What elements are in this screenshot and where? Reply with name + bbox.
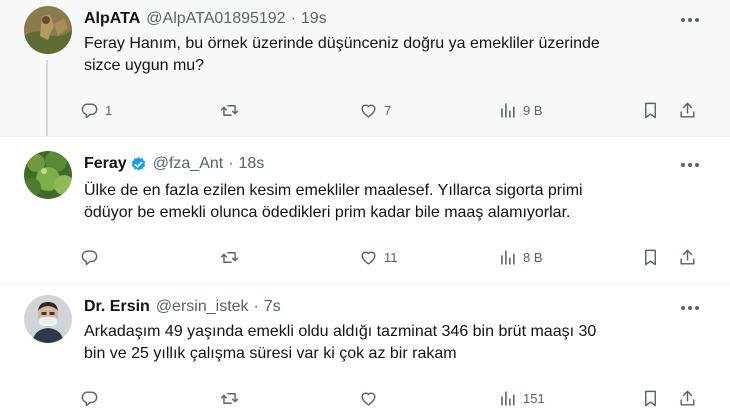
bookmark-icon xyxy=(645,102,656,118)
author-name[interactable]: Dr. Ersin xyxy=(84,298,150,316)
tweet[interactable]: Feray @fza_Ant · 18s Ülke de en fazla ez… xyxy=(0,137,730,283)
reply-icon xyxy=(81,390,98,406)
tweet[interactable]: AlpATA @AlpATA01895192 · 19s Feray Hanım… xyxy=(0,0,730,136)
share-icon xyxy=(680,249,695,265)
share-icon xyxy=(680,102,695,118)
tweet-text-line: Arkadaşım 49 yaşında emekli oldu aldığı … xyxy=(84,323,597,340)
like-button[interactable]: 11 xyxy=(359,245,398,269)
reply-button[interactable]: 1 xyxy=(80,98,112,122)
views-button[interactable]: 151 xyxy=(498,386,545,410)
tweet-time[interactable]: 18s xyxy=(239,155,265,173)
author-handle[interactable]: @ersin_istek xyxy=(156,298,249,316)
tweet-header: AlpATA @AlpATA01895192 · 19s xyxy=(84,8,327,30)
bookmark-icon xyxy=(645,249,656,265)
verified-badge-icon xyxy=(131,156,145,171)
tweet-text: Arkadaşım 49 yaşında emekli oldu aldığı … xyxy=(84,321,694,365)
avatar[interactable] xyxy=(24,295,72,343)
retweet-button[interactable] xyxy=(220,98,245,122)
views-count: 9 B xyxy=(523,102,543,118)
like-button[interactable]: 7 xyxy=(359,98,391,122)
views-count: 151 xyxy=(523,390,545,406)
retweet-icon xyxy=(220,392,239,404)
more-button[interactable] xyxy=(678,10,702,30)
more-button[interactable] xyxy=(678,155,702,175)
like-button[interactable] xyxy=(359,386,384,410)
views-button[interactable]: 8 B xyxy=(498,245,543,269)
tweet-text-line: bin ve 25 yıllık çalışma süresi var ki ç… xyxy=(84,345,457,362)
reply-count: 1 xyxy=(105,102,113,118)
reply-button[interactable] xyxy=(80,245,105,269)
tweet-text: Feray Hanım, bu örnek üzerinde düşünceni… xyxy=(84,33,694,77)
thread-line xyxy=(46,60,48,136)
tweet-time[interactable]: 19s xyxy=(301,10,327,28)
tweet-actions: 11 8 B xyxy=(80,245,700,269)
like-icon xyxy=(361,251,376,265)
views-icon xyxy=(501,249,515,265)
tweet-actions: 1 7 9 B xyxy=(80,98,700,122)
more-icon xyxy=(681,18,699,22)
more-icon xyxy=(681,306,699,310)
author-handle[interactable]: @AlpATA01895192 xyxy=(146,10,285,28)
views-count: 8 B xyxy=(523,249,543,265)
bookmark-button[interactable] xyxy=(641,386,660,410)
like-icon xyxy=(361,104,376,118)
avatar[interactable] xyxy=(24,6,72,54)
reply-button[interactable] xyxy=(80,386,105,410)
share-button[interactable] xyxy=(678,386,697,410)
reply-icon xyxy=(81,249,98,265)
author-handle[interactable]: @fza_Ant xyxy=(153,155,224,173)
tweet-header: Feray @fza_Ant · 18s xyxy=(84,153,264,175)
author-name[interactable]: AlpATA xyxy=(84,10,140,28)
views-icon xyxy=(501,390,515,406)
tweet-text-line: ödüyor be emekli olunca ödedikleri prim … xyxy=(84,204,571,221)
views-button[interactable]: 9 B xyxy=(498,98,543,122)
separator-dot: · xyxy=(290,10,296,27)
author-name[interactable]: Feray xyxy=(84,155,127,173)
bookmark-button[interactable] xyxy=(641,245,660,269)
tweet-time[interactable]: 7s xyxy=(264,298,281,316)
avatar[interactable] xyxy=(24,151,72,199)
like-count: 11 xyxy=(384,249,398,265)
more-icon xyxy=(681,163,699,167)
separator-dot: · xyxy=(253,298,259,315)
tweet-text-line: Feray Hanım, bu örnek üzerinde düşünceni… xyxy=(84,35,600,52)
share-button[interactable] xyxy=(678,98,697,122)
more-button[interactable] xyxy=(678,298,702,318)
retweet-button[interactable] xyxy=(220,245,245,269)
reply-icon xyxy=(81,102,98,118)
tweet-header: Dr. Ersin @ersin_istek · 7s xyxy=(84,296,281,318)
share-button[interactable] xyxy=(678,245,697,269)
share-icon xyxy=(680,390,695,406)
bookmark-icon xyxy=(645,390,656,406)
retweet-button[interactable] xyxy=(220,386,245,410)
tweet-actions: 151 xyxy=(80,386,700,410)
tweet-text-line: sizce uygun mu? xyxy=(84,57,205,74)
like-count: 7 xyxy=(384,102,392,118)
separator-dot: · xyxy=(228,155,234,172)
tweet-text: Ülke de en fazla ezilen kesim emekliler … xyxy=(84,180,694,224)
tweet[interactable]: Dr. Ersin @ersin_istek · 7s Arkadaşım 49… xyxy=(0,284,730,420)
views-icon xyxy=(501,102,515,118)
retweet-icon xyxy=(220,104,239,116)
like-icon xyxy=(361,392,376,406)
bookmark-button[interactable] xyxy=(641,98,660,122)
retweet-icon xyxy=(220,251,239,263)
tweet-text-line: Ülke de en fazla ezilen kesim emekliler … xyxy=(84,182,583,199)
